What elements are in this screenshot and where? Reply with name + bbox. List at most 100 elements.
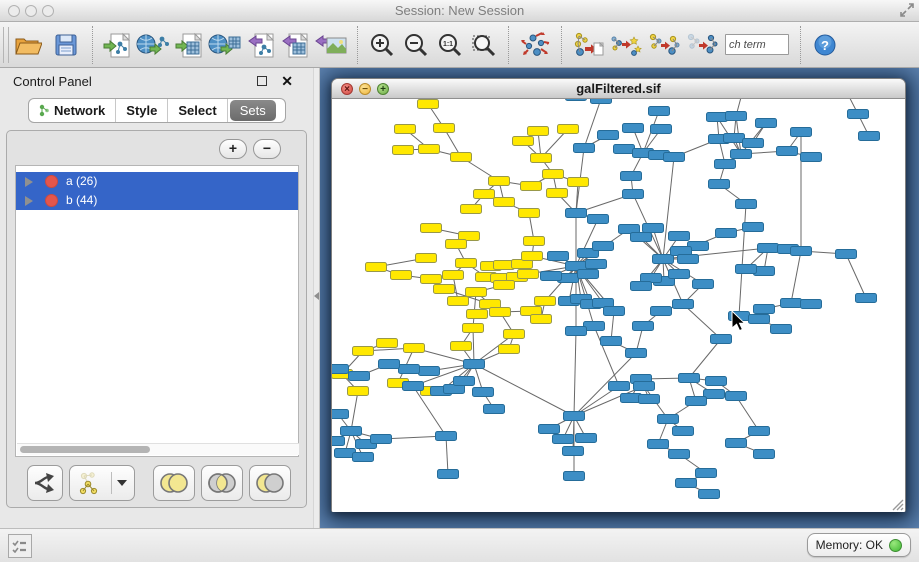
graph-node[interactable]: [484, 405, 505, 414]
graph-node[interactable]: [531, 154, 552, 163]
graph-node[interactable]: [419, 367, 440, 376]
frame-resize-grip[interactable]: [890, 497, 904, 511]
graph-node[interactable]: [434, 124, 455, 133]
graph-node[interactable]: [403, 382, 424, 391]
remove-set-button[interactable]: −: [253, 139, 281, 159]
graph-node[interactable]: [473, 388, 494, 397]
graph-node[interactable]: [801, 300, 822, 309]
create-set-from-network-button[interactable]: [69, 465, 135, 501]
list-item[interactable]: a (26): [16, 172, 298, 191]
graph-node[interactable]: [696, 469, 717, 478]
graph-node[interactable]: [438, 470, 459, 479]
graph-node[interactable]: [332, 410, 349, 419]
panel-splitter[interactable]: [313, 68, 320, 528]
graph-node[interactable]: [736, 265, 757, 274]
graph-node[interactable]: [836, 250, 857, 259]
open-session-icon[interactable]: [9, 25, 47, 65]
graph-node[interactable]: [434, 285, 455, 294]
tab-select[interactable]: Select: [168, 99, 227, 122]
network-canvas[interactable]: [332, 99, 905, 512]
graph-node[interactable]: [781, 299, 802, 308]
help-icon[interactable]: ?: [808, 25, 842, 65]
graph-node[interactable]: [771, 325, 792, 334]
graph-node[interactable]: [593, 242, 614, 251]
apply-layout-icon[interactable]: [516, 25, 554, 65]
graph-node[interactable]: [709, 180, 730, 189]
graph-node[interactable]: [726, 392, 747, 401]
graph-node[interactable]: [791, 128, 812, 137]
graph-node[interactable]: [539, 425, 560, 434]
graph-node[interactable]: [678, 255, 699, 264]
graph-node[interactable]: [332, 437, 345, 446]
graph-node[interactable]: [586, 260, 607, 269]
graph-node[interactable]: [467, 310, 488, 319]
graph-node[interactable]: [749, 427, 770, 436]
graph-node[interactable]: [736, 200, 757, 209]
zoom-actual-size-icon[interactable]: 1:1: [433, 25, 467, 65]
graph-node[interactable]: [743, 139, 764, 148]
list-item[interactable]: b (44): [16, 191, 298, 210]
graph-node[interactable]: [436, 432, 457, 441]
horizontal-scrollbar[interactable]: [17, 443, 299, 455]
graph-node[interactable]: [634, 382, 655, 391]
graph-node[interactable]: [332, 365, 349, 374]
graph-node[interactable]: [648, 440, 669, 449]
graph-node[interactable]: [724, 134, 745, 143]
graph-node[interactable]: [490, 308, 511, 317]
graph-node[interactable]: [564, 412, 585, 421]
graph-node[interactable]: [566, 99, 587, 101]
graph-node[interactable]: [451, 342, 472, 351]
graph-node[interactable]: [553, 435, 574, 444]
graph-node[interactable]: [679, 374, 700, 383]
import-network-file-icon[interactable]: [100, 25, 134, 65]
graph-node[interactable]: [443, 271, 464, 280]
graph-node[interactable]: [353, 453, 374, 462]
memory-status-button[interactable]: Memory: OK: [807, 533, 911, 557]
import-table-file-icon[interactable]: [172, 25, 206, 65]
graph-node[interactable]: [726, 112, 747, 121]
graph-node[interactable]: [598, 131, 619, 140]
automation-tasks-button[interactable]: [8, 534, 32, 558]
graph-node[interactable]: [729, 312, 750, 321]
graph-node[interactable]: [348, 387, 369, 396]
graph-node[interactable]: [754, 305, 775, 314]
graph-node[interactable]: [673, 300, 694, 309]
graph-node[interactable]: [499, 345, 520, 354]
graph-node[interactable]: [548, 252, 569, 261]
graph-node[interactable]: [416, 254, 437, 263]
graph-node[interactable]: [686, 397, 707, 406]
zoom-in-icon[interactable]: [365, 25, 399, 65]
import-network-web-icon[interactable]: [134, 25, 172, 65]
graph-node[interactable]: [461, 205, 482, 214]
graph-node[interactable]: [731, 150, 752, 159]
splitter-collapse-icon[interactable]: [314, 292, 319, 300]
graph-node[interactable]: [856, 294, 877, 303]
graph-node[interactable]: [451, 153, 472, 162]
graph-node[interactable]: [419, 145, 440, 154]
fade-unselected-icon[interactable]: [683, 25, 721, 65]
graph-node[interactable]: [777, 147, 798, 156]
graph-node[interactable]: [566, 209, 587, 218]
graph-node[interactable]: [754, 450, 775, 459]
graph-node[interactable]: [535, 297, 556, 306]
graph-node[interactable]: [519, 209, 540, 218]
graph-node[interactable]: [566, 327, 587, 336]
graph-node[interactable]: [563, 447, 584, 456]
save-session-icon[interactable]: [47, 25, 85, 65]
graph-node[interactable]: [395, 125, 416, 134]
graph-node[interactable]: [706, 377, 727, 386]
graph-node[interactable]: [633, 322, 654, 331]
graph-node[interactable]: [756, 119, 777, 128]
graph-node[interactable]: [801, 153, 822, 162]
graph-node[interactable]: [711, 335, 732, 344]
graph-node[interactable]: [404, 344, 425, 353]
graph-node[interactable]: [524, 237, 545, 246]
graph-node[interactable]: [379, 360, 400, 369]
network-frame-titlebar[interactable]: × − + galFiltered.sif: [332, 79, 905, 99]
graph-node[interactable]: [399, 365, 420, 374]
graph-node[interactable]: [541, 272, 562, 281]
graph-node[interactable]: [489, 177, 510, 186]
zoom-fit-selected-icon[interactable]: [467, 25, 501, 65]
graph-node[interactable]: [626, 349, 647, 358]
graph-node[interactable]: [651, 307, 672, 316]
